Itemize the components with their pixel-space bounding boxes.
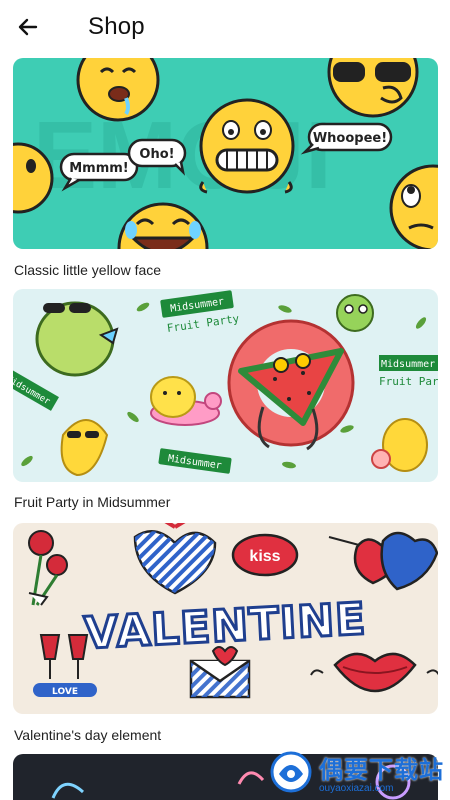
fruit-party-sign-right: Midsummer Fruit Party xyxy=(379,355,438,388)
sticker-pack-title[interactable]: Fruit Party in Midsummer xyxy=(14,494,170,510)
kiss-text: kiss xyxy=(249,548,280,565)
pear-sticker xyxy=(35,301,119,377)
fruit-party-sign-bottom: Midsummer xyxy=(158,448,232,474)
sticker-pack-card-valentine[interactable]: kiss VALENTINE LOVE xyxy=(13,523,438,714)
watermark-logo-icon xyxy=(270,751,312,793)
valentine-pack-banner: kiss VALENTINE LOVE xyxy=(28,523,438,699)
watermelon-float-sticker xyxy=(227,319,355,451)
rolling-eyes-face-sticker xyxy=(389,164,438,249)
hearts-pair-sticker xyxy=(328,531,438,591)
laughing-face-sticker xyxy=(117,202,209,249)
page-title: Shop xyxy=(88,13,145,40)
bubble-text-oho: Oho! xyxy=(139,147,174,162)
top-bar: Shop xyxy=(0,0,450,54)
kiss-speech-bubble-sticker: kiss xyxy=(231,533,299,577)
sticker-pack-card-fruit[interactable]: Midsummer Fruit Party Midsummer Fruit Pa… xyxy=(13,289,438,482)
back-button[interactable] xyxy=(16,7,56,47)
watermark-text: 偶要下载站 xyxy=(319,757,444,784)
bubble-text-whoopee: Whoopee! xyxy=(313,131,387,146)
lips-sticker xyxy=(310,652,438,693)
green-fruit-sticker xyxy=(336,294,374,332)
sign-text-midsummer-right: Midsummer xyxy=(381,359,435,370)
speech-bubble-whoopee: Whoopee! xyxy=(300,122,393,155)
watermark-url: ouyaoxiazai.com xyxy=(319,783,394,794)
envelope-heart-sticker xyxy=(189,646,251,699)
sticker-pack-title[interactable]: Valentine's day element xyxy=(14,727,161,743)
heart-gift-box-sticker xyxy=(133,523,217,595)
roses-sticker xyxy=(28,530,68,606)
fruit-party-sign-top: Midsummer Fruit Party xyxy=(160,290,240,335)
sticker-pack-title[interactable]: Classic little yellow face xyxy=(14,262,161,278)
sticker-pack-card-emoji[interactable]: EMOJI xyxy=(13,58,438,249)
lemon-sticker xyxy=(371,418,428,472)
lemon-duck-float-sticker xyxy=(150,376,222,426)
banana-sticker xyxy=(60,419,109,477)
sign-text-fruit-party-right: Fruit Party xyxy=(379,375,438,388)
arrow-left-icon xyxy=(18,18,38,36)
fruit-party-sign-left: Midsummer xyxy=(13,367,59,411)
bubble-text-mmmm: Mmmm! xyxy=(69,161,129,176)
emoji-pack-banner: EMOJI xyxy=(13,58,438,249)
love-text: LOVE xyxy=(52,687,78,697)
grimace-face-sticker xyxy=(199,98,295,194)
fruit-pack-banner: Midsummer Fruit Party Midsummer Fruit Pa… xyxy=(13,290,438,477)
site-watermark: 偶要下载站 ouyaoxiazai.com xyxy=(269,750,444,794)
sunglasses-face-sticker xyxy=(327,58,419,118)
